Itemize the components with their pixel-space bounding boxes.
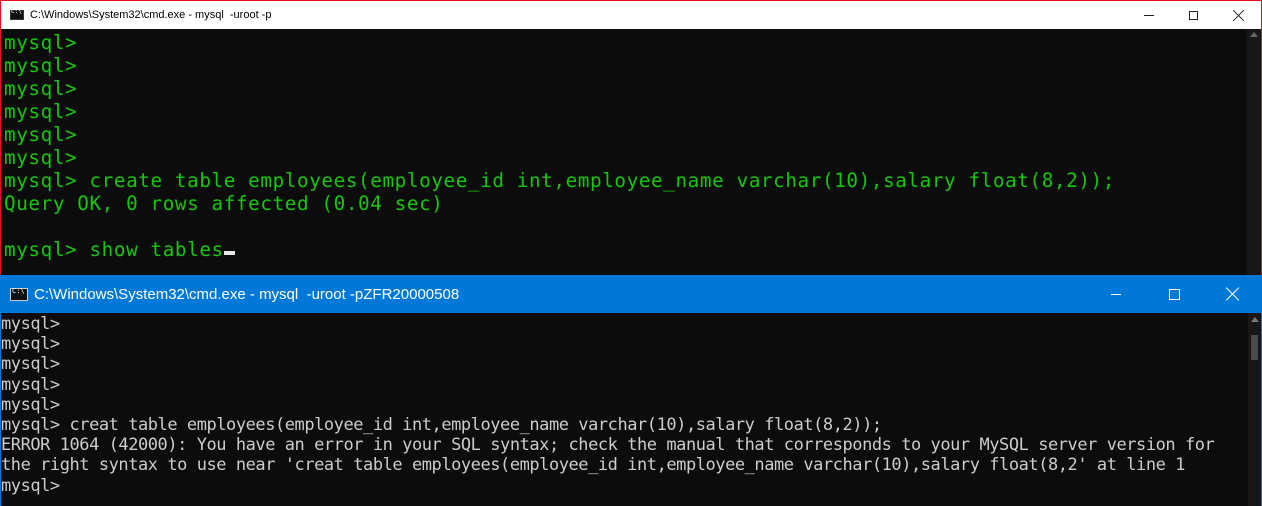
- console-line: mysql> create table employees(employee_i…: [4, 169, 1115, 192]
- maximize-icon: [1189, 10, 1198, 20]
- console-line: mysql>: [4, 100, 78, 123]
- console-line: mysql> creat table employees(employee_id…: [1, 414, 882, 435]
- console-line: mysql>: [4, 146, 78, 169]
- text-cursor: [223, 251, 235, 255]
- minimize-button[interactable]: [1126, 1, 1171, 29]
- console-output[interactable]: mysql> mysql> mysql> mysql> mysql> mysql…: [1, 313, 1247, 506]
- console-line: mysql>: [1, 374, 60, 395]
- maximize-icon: [1168, 288, 1180, 300]
- console-output[interactable]: mysql> mysql> mysql> mysql> mysql> mysql…: [1, 29, 1247, 275]
- console-input-line[interactable]: mysql>: [1, 476, 1247, 496]
- console-line: mysql>: [4, 123, 78, 146]
- minimize-icon: [1111, 293, 1121, 295]
- close-button[interactable]: [1216, 1, 1261, 29]
- console-line: Query OK, 0 rows affected (0.04 sec): [4, 192, 444, 215]
- close-icon: [1233, 10, 1244, 21]
- console-line: mysql>: [1, 334, 60, 355]
- scrollbar-thumb[interactable]: [1251, 335, 1258, 360]
- cmd-app-icon[interactable]: [10, 8, 24, 20]
- cmd-window-background[interactable]: C:\Windows\System32\cmd.exe - mysql -uro…: [0, 0, 1262, 276]
- cmd-window-active[interactable]: C:\Windows\System32\cmd.exe - mysql -uro…: [0, 275, 1262, 506]
- console-line: mysql>: [1, 314, 60, 334]
- title-bar[interactable]: C:\Windows\System32\cmd.exe - mysql -uro…: [1, 275, 1261, 313]
- window-title: C:\Windows\System32\cmd.exe - mysql -uro…: [30, 9, 272, 21]
- minimize-button[interactable]: [1087, 275, 1145, 313]
- current-command: mysql> show tables: [4, 238, 224, 261]
- maximize-button[interactable]: [1145, 275, 1203, 313]
- console-line: mysql>: [1, 354, 60, 375]
- maximize-button[interactable]: [1171, 1, 1216, 29]
- window-controls: [1126, 1, 1261, 29]
- scroll-up-arrow-icon[interactable]: [1250, 32, 1258, 37]
- console-line: mysql>: [1, 394, 60, 415]
- scroll-up-arrow-icon[interactable]: [1251, 317, 1259, 322]
- window-controls: [1087, 275, 1261, 313]
- window-title: C:\Windows\System32\cmd.exe - mysql -uro…: [34, 285, 460, 303]
- close-button[interactable]: [1203, 275, 1261, 313]
- close-icon: [1225, 287, 1239, 301]
- vertical-scrollbar[interactable]: [1248, 313, 1261, 506]
- error-line: ERROR 1064 (42000): You have an error in…: [1, 435, 1215, 456]
- console-line: mysql>: [4, 31, 78, 54]
- console-line: mysql>: [4, 54, 78, 77]
- vertical-scrollbar[interactable]: [1247, 29, 1261, 275]
- error-line: the right syntax to use near 'creat tabl…: [1, 455, 1185, 476]
- console-line: mysql>: [4, 77, 78, 100]
- title-bar[interactable]: C:\Windows\System32\cmd.exe - mysql -uro…: [1, 1, 1261, 29]
- cmd-app-icon[interactable]: [10, 287, 28, 301]
- console-input-line[interactable]: mysql> show tables: [4, 238, 1247, 261]
- minimize-icon: [1143, 14, 1154, 16]
